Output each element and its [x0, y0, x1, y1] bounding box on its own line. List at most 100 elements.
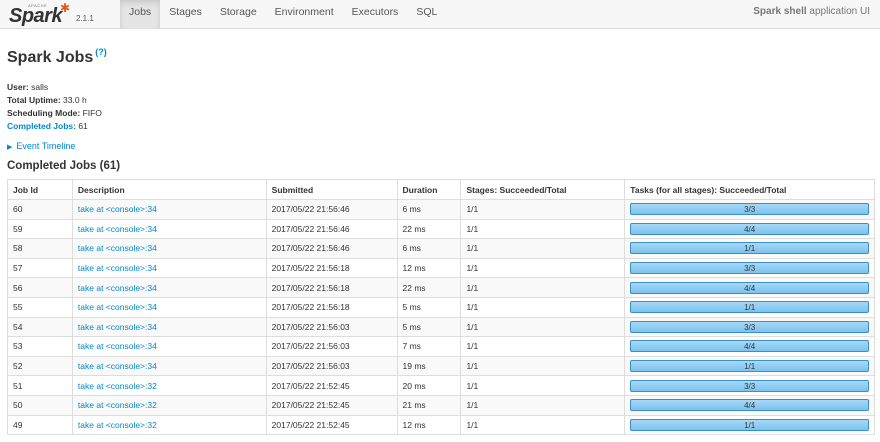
cell-submitted: 2017/05/22 21:56:46	[265, 238, 398, 259]
table-row: 57 take at <console>:34 2017/05/22 21:56:1…	[7, 257, 875, 279]
cell-job-id: 58	[7, 238, 73, 259]
task-progress-label: 4/4	[744, 401, 756, 411]
cell-stages: 1/1	[460, 199, 626, 220]
cell-submitted: 2017/05/22 21:56:18	[265, 257, 398, 279]
tab-jobs[interactable]: Jobs	[120, 0, 161, 29]
cell-description[interactable]: take at <console>:34	[71, 257, 267, 279]
user-label: User:	[7, 82, 29, 92]
task-progress-bar: 1/1	[630, 242, 869, 255]
task-progress-bar: 4/4	[630, 399, 869, 412]
cell-job-id: 52	[7, 355, 73, 377]
tab-environment[interactable]: Environment	[266, 0, 343, 29]
header-description[interactable]: Description	[71, 179, 267, 200]
cell-description[interactable]: take at <console>:34	[71, 238, 267, 259]
task-progress-bar: 1/1	[630, 418, 869, 431]
table-row: 58 take at <console>:34 2017/05/22 21:56:4…	[7, 238, 875, 259]
cell-tasks: 4/4	[624, 277, 875, 298]
task-progress-bar: 4/4	[630, 281, 869, 294]
table-row: 56 take at <console>:34 2017/05/22 21:56:1…	[7, 277, 875, 298]
app-label: Spark shell application UI	[753, 0, 870, 24]
cell-tasks: 4/4	[624, 336, 875, 357]
task-progress-label: 3/3	[744, 322, 756, 332]
cell-stages: 1/1	[460, 355, 626, 377]
task-progress-bar: 4/4	[630, 340, 869, 353]
tab-executors[interactable]: Executors	[343, 0, 408, 29]
header-tasks[interactable]: Tasks (for all stages): Succeeded/Total	[624, 179, 875, 200]
cell-job-id: 54	[7, 316, 73, 338]
expand-triangle-icon: ▶	[7, 144, 13, 151]
header-job-id[interactable]: Job Id	[7, 179, 73, 200]
cell-description[interactable]: take at <console>:34	[71, 316, 267, 338]
mode-label: Scheduling Mode:	[7, 108, 81, 118]
cell-description[interactable]: take at <console>:34	[71, 199, 267, 220]
table-body: 60 take at <console>:34 2017/05/22 21:56:4…	[7, 199, 875, 436]
table-row: 53 take at <console>:34 2017/05/22 21:56:0…	[7, 336, 875, 357]
cell-duration: 12 ms	[396, 257, 462, 279]
cell-stages: 1/1	[460, 277, 626, 298]
uptime-value: 33.0 h	[60, 95, 87, 105]
cell-tasks: 3/3	[624, 316, 875, 338]
cell-description[interactable]: take at <console>:32	[71, 394, 267, 416]
cell-duration: 6 ms	[396, 199, 462, 220]
completed-jobs-link[interactable]: Completed Jobs:	[7, 121, 76, 131]
cell-submitted: 2017/05/22 21:56:46	[265, 199, 398, 220]
cell-description[interactable]: take at <console>:32	[71, 414, 267, 436]
cell-tasks: 3/3	[624, 199, 875, 220]
cell-description[interactable]: take at <console>:34	[71, 277, 267, 298]
tab-storage[interactable]: Storage	[211, 0, 266, 29]
tab-stages[interactable]: Stages	[160, 0, 211, 29]
summary-completed: Completed Jobs: 61	[7, 120, 102, 133]
cell-tasks: 4/4	[624, 218, 875, 240]
cell-duration: 6 ms	[396, 238, 462, 259]
logo-wordmark: Spark	[9, 5, 63, 27]
mode-value: FIFO	[80, 108, 102, 118]
task-progress-bar: 3/3	[630, 320, 869, 333]
cell-stages: 1/1	[460, 394, 626, 416]
header-submitted[interactable]: Submitted	[265, 179, 398, 200]
task-progress-bar: 1/1	[630, 301, 869, 314]
cell-submitted: 2017/05/22 21:56:03	[265, 336, 398, 357]
cell-job-id: 55	[7, 296, 73, 318]
table-row: 50 take at <console>:32 2017/05/22 21:52:4…	[7, 394, 875, 416]
cell-submitted: 2017/05/22 21:56:03	[265, 355, 398, 377]
table-row: 52 take at <console>:34 2017/05/22 21:56:0…	[7, 355, 875, 377]
header-duration[interactable]: Duration	[396, 179, 462, 200]
cell-tasks: 1/1	[624, 355, 875, 377]
task-progress-bar: 1/1	[630, 360, 869, 373]
cell-stages: 1/1	[460, 316, 626, 338]
cell-stages: 1/1	[460, 336, 626, 357]
cell-stages: 1/1	[460, 414, 626, 436]
cell-stages: 1/1	[460, 257, 626, 279]
cell-description[interactable]: take at <console>:34	[71, 296, 267, 318]
cell-submitted: 2017/05/22 21:56:18	[265, 296, 398, 318]
help-icon[interactable]: (?)	[95, 47, 107, 57]
page-title-text: Spark Jobs	[7, 49, 94, 66]
cell-tasks: 3/3	[624, 375, 875, 396]
cell-job-id: 49	[7, 414, 73, 436]
spark-logo[interactable]: APACHE ✱ Spark 2.1.1	[8, 1, 98, 27]
task-progress-bar: 3/3	[630, 379, 869, 392]
cell-job-id: 53	[7, 336, 73, 357]
cell-description[interactable]: take at <console>:34	[71, 336, 267, 357]
cell-duration: 19 ms	[396, 355, 462, 377]
tab-sql[interactable]: SQL	[407, 0, 446, 29]
cell-duration: 5 ms	[396, 316, 462, 338]
task-progress-label: 3/3	[744, 205, 756, 215]
event-timeline-label: Event Timeline	[16, 141, 76, 151]
table-row: 54 take at <console>:34 2017/05/22 21:56:0…	[7, 316, 875, 338]
cell-tasks: 1/1	[624, 238, 875, 259]
cell-tasks: 1/1	[624, 296, 875, 318]
table-row: 59 take at <console>:34 2017/05/22 21:56:4…	[7, 218, 875, 240]
cell-description[interactable]: take at <console>:34	[71, 355, 267, 377]
cell-description[interactable]: take at <console>:34	[71, 218, 267, 240]
event-timeline-toggle[interactable]: ▶ Event Timeline	[7, 141, 75, 151]
user-value: salls	[28, 82, 49, 92]
cell-duration: 22 ms	[396, 277, 462, 298]
cell-submitted: 2017/05/22 21:56:18	[265, 277, 398, 298]
app-name: Spark shell	[753, 6, 807, 17]
completed-jobs-heading[interactable]: Completed Jobs (61)	[7, 160, 120, 172]
header-stages[interactable]: Stages: Succeeded/Total	[460, 179, 626, 200]
cell-description[interactable]: take at <console>:32	[71, 375, 267, 396]
cell-job-id: 50	[7, 394, 73, 416]
task-progress-label: 1/1	[744, 362, 756, 372]
